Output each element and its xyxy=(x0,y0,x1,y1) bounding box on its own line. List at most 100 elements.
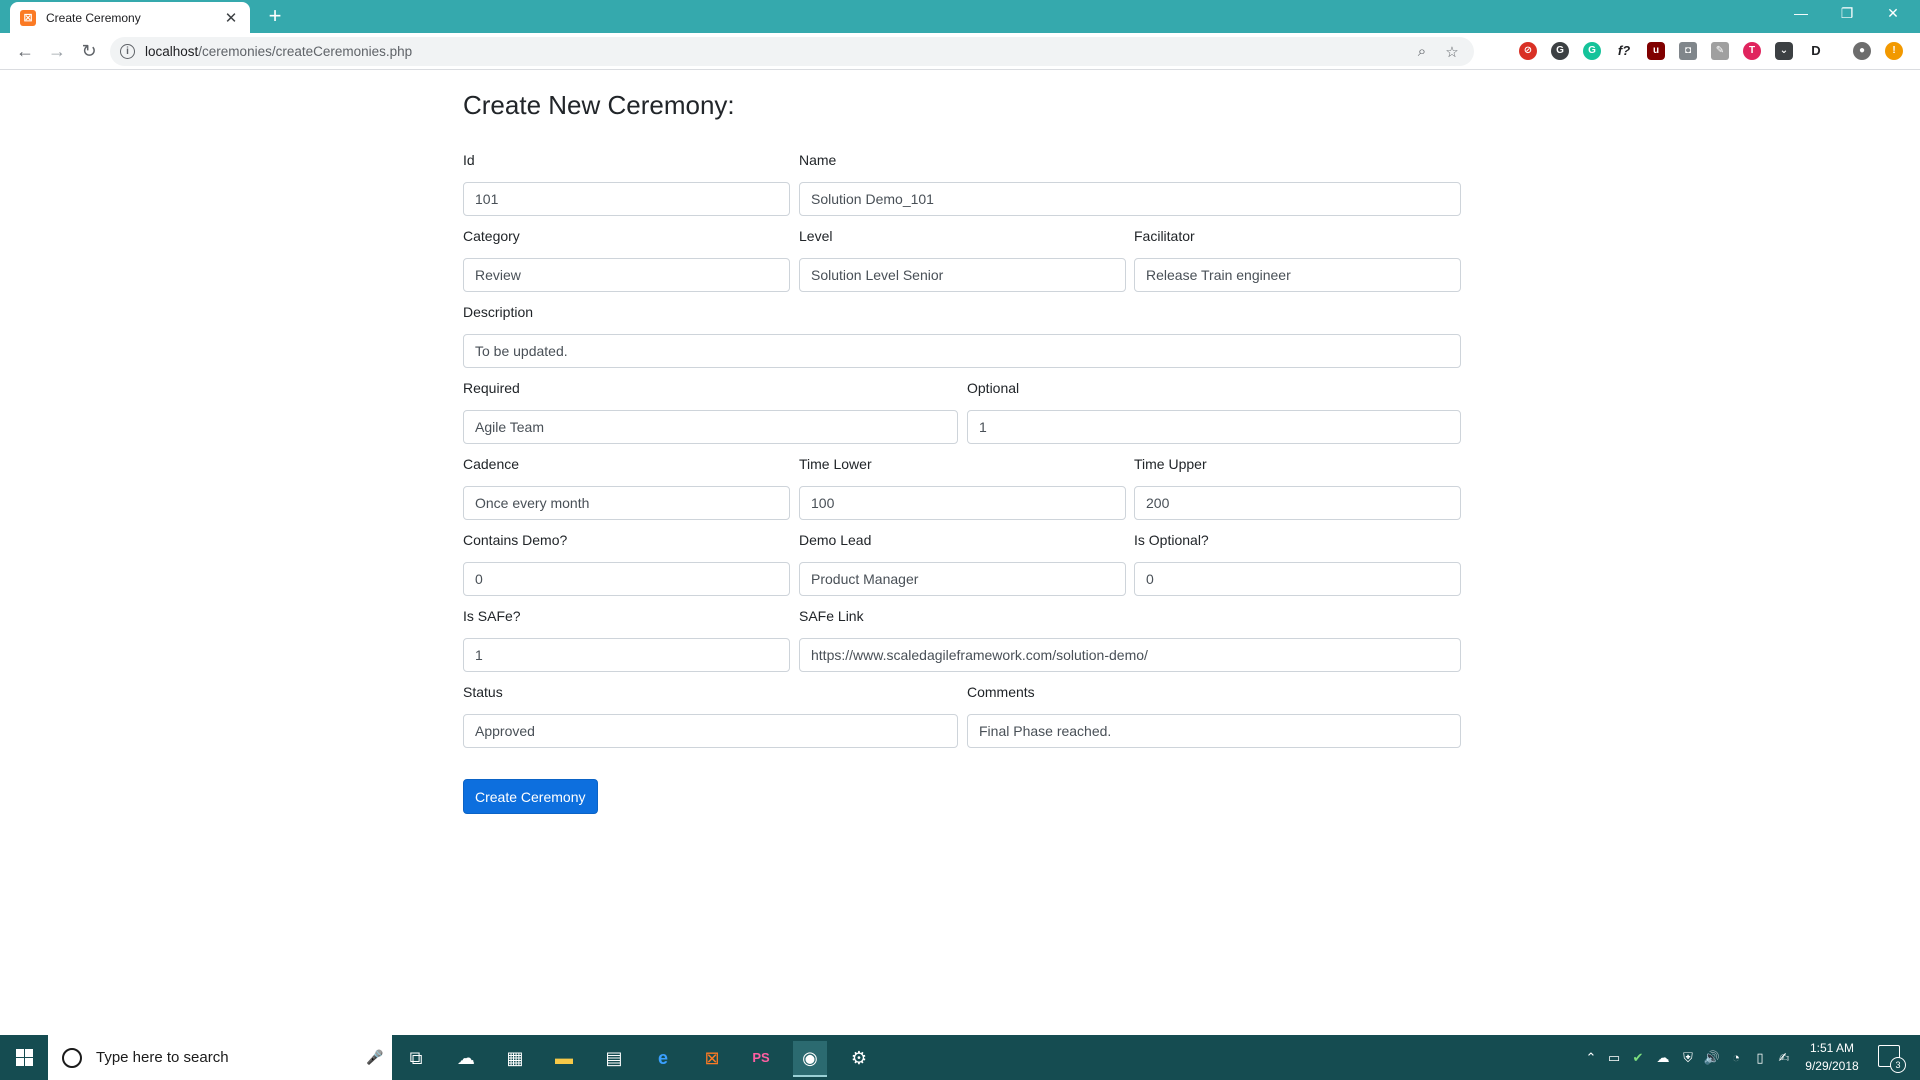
comments-input[interactable] xyxy=(967,714,1461,748)
wifi-icon[interactable]: ◔ xyxy=(1726,1035,1746,1080)
browser-toolbar: ← → ↻ i localhost/ceremonies/createCerem… xyxy=(0,33,1920,70)
cortana-icon xyxy=(62,1047,82,1068)
is-safe-label: Is SAFe? xyxy=(463,608,521,624)
security-icon[interactable]: ⛨ xyxy=(1678,1035,1698,1080)
camera-icon[interactable]: ◘ xyxy=(1679,42,1697,60)
profile-avatar[interactable]: ● xyxy=(1853,42,1871,60)
start-button[interactable] xyxy=(0,1035,48,1080)
browser-tab-bar: ⊠ Create Ceremony ✕ + — ❐ ✕ xyxy=(0,0,1920,33)
forward-button[interactable]: → xyxy=(44,38,70,64)
field-status: Status xyxy=(463,682,958,748)
facilitator-input[interactable] xyxy=(1134,258,1461,292)
address-bar[interactable]: i localhost/ceremonies/createCeremonies.… xyxy=(110,37,1474,66)
formula-icon[interactable]: f? xyxy=(1615,42,1633,60)
ublock-icon[interactable]: u xyxy=(1647,42,1665,60)
status-label: Status xyxy=(463,684,503,700)
optional-input[interactable] xyxy=(967,410,1461,444)
url-text[interactable]: localhost/ceremonies/createCeremonies.ph… xyxy=(145,44,1404,59)
printer-app-icon[interactable]: ▤ xyxy=(597,1041,631,1075)
cadence-input[interactable] xyxy=(463,486,790,520)
pocket-icon[interactable]: ⌄ xyxy=(1775,42,1793,60)
clock-date: 9/29/2018 xyxy=(1805,1059,1859,1073)
is-optional-input[interactable] xyxy=(1134,562,1461,596)
minimize-button[interactable]: — xyxy=(1778,0,1824,26)
microphone-icon[interactable]: 🎤 xyxy=(366,1049,383,1066)
new-tab-button[interactable]: + xyxy=(262,3,288,29)
pencil-icon[interactable]: ✎ xyxy=(1711,42,1729,60)
volume-icon[interactable]: 🔊 xyxy=(1702,1035,1722,1080)
close-window-button[interactable]: ✕ xyxy=(1870,0,1916,26)
update-icon[interactable]: ! xyxy=(1885,42,1903,60)
reload-button[interactable]: ↻ xyxy=(76,38,102,64)
field-safe-link: SAFe Link xyxy=(799,606,1461,672)
dashlane-icon[interactable]: D xyxy=(1807,42,1825,60)
time-upper-label: Time Upper xyxy=(1134,456,1207,472)
field-required: Required xyxy=(463,378,958,444)
comments-label: Comments xyxy=(967,684,1035,700)
field-is-optional: Is Optional? xyxy=(1134,530,1461,596)
cloud-app-icon[interactable]: ☁ xyxy=(449,1041,483,1075)
tripadvisor-icon[interactable]: T xyxy=(1743,42,1761,60)
battery-icon[interactable]: ▯ xyxy=(1750,1035,1770,1080)
windows-taskbar: Type here to search 🎤 ⧉ ☁ ▦ ▬ ▤ e ⊠ PS ◉… xyxy=(0,1035,1920,1080)
windows-logo-icon xyxy=(16,1058,24,1066)
zoom-icon[interactable]: ⌕ xyxy=(1410,43,1434,60)
time-lower-input[interactable] xyxy=(799,486,1126,520)
demo-lead-input[interactable] xyxy=(799,562,1126,596)
tab-title: Create Ceremony xyxy=(46,10,141,25)
field-contains-demo: Contains Demo? xyxy=(463,530,790,596)
windows-logo-icon xyxy=(25,1049,33,1057)
optional-label: Optional xyxy=(967,380,1020,396)
block-icon[interactable]: ⊘ xyxy=(1519,42,1537,60)
windows-logo-icon xyxy=(25,1058,33,1066)
category-label: Category xyxy=(463,228,520,244)
settings-gear-icon[interactable]: ⚙ xyxy=(842,1041,876,1075)
taskbar-clock[interactable]: 1:51 AM 9/29/2018 xyxy=(1800,1039,1864,1075)
is-safe-input[interactable] xyxy=(463,638,790,672)
field-name: Name xyxy=(799,150,1461,216)
name-label: Name xyxy=(799,152,837,168)
field-time-lower: Time Lower xyxy=(799,454,1126,520)
bookmark-star-icon[interactable]: ☆ xyxy=(1440,43,1464,61)
id-label: Id xyxy=(463,152,475,168)
field-time-upper: Time Upper xyxy=(1134,454,1461,520)
browser-tab[interactable]: ⊠ Create Ceremony ✕ xyxy=(10,2,250,33)
status-input[interactable] xyxy=(463,714,958,748)
field-category: Category xyxy=(463,226,790,292)
level-input[interactable] xyxy=(799,258,1126,292)
category-input[interactable] xyxy=(463,258,790,292)
create-ceremony-button[interactable]: Create Ceremony xyxy=(463,779,598,814)
tablet-icon[interactable]: ▭ xyxy=(1604,1035,1624,1080)
contains-demo-input[interactable] xyxy=(463,562,790,596)
name-input[interactable] xyxy=(799,182,1461,216)
description-input[interactable] xyxy=(463,334,1461,368)
required-input[interactable] xyxy=(463,410,958,444)
field-demo-lead: Demo Lead xyxy=(799,530,1126,596)
xampp-icon[interactable]: ⊠ xyxy=(695,1041,729,1075)
phpstorm-icon[interactable]: PS xyxy=(744,1041,778,1075)
onedrive-icon[interactable]: ☁ xyxy=(1652,1035,1674,1080)
clock-time: 1:51 AM xyxy=(1809,1041,1855,1055)
safe-link-input[interactable] xyxy=(799,638,1461,672)
taskbar-search-box[interactable]: Type here to search 🎤 xyxy=(48,1035,392,1080)
tab-close-icon[interactable]: ✕ xyxy=(222,9,240,27)
chrome-icon[interactable]: ◉ xyxy=(793,1041,827,1077)
notification-count-badge: 3 xyxy=(1890,1057,1906,1073)
file-explorer-icon[interactable]: ▬ xyxy=(547,1041,581,1075)
url-path: /ceremonies/createCeremonies.php xyxy=(198,44,413,59)
task-view-icon[interactable]: ⧉ xyxy=(399,1041,433,1075)
grammar-icon[interactable]: G xyxy=(1551,42,1569,60)
store-icon[interactable]: ▦ xyxy=(498,1041,532,1075)
time-lower-label: Time Lower xyxy=(799,456,872,472)
info-icon[interactable]: i xyxy=(120,44,135,59)
check-icon[interactable]: ✔ xyxy=(1628,1035,1648,1080)
time-upper-input[interactable] xyxy=(1134,486,1461,520)
edge-icon[interactable]: e xyxy=(646,1041,680,1075)
maximize-button[interactable]: ❐ xyxy=(1824,0,1870,26)
field-cadence: Cadence xyxy=(463,454,790,520)
pen-icon[interactable]: ✍ xyxy=(1774,1035,1794,1080)
grammarly-icon[interactable]: G xyxy=(1583,42,1601,60)
id-input[interactable] xyxy=(463,182,790,216)
back-button[interactable]: ← xyxy=(12,38,38,64)
tray-expand-icon[interactable]: ⌃ xyxy=(1582,1035,1600,1080)
